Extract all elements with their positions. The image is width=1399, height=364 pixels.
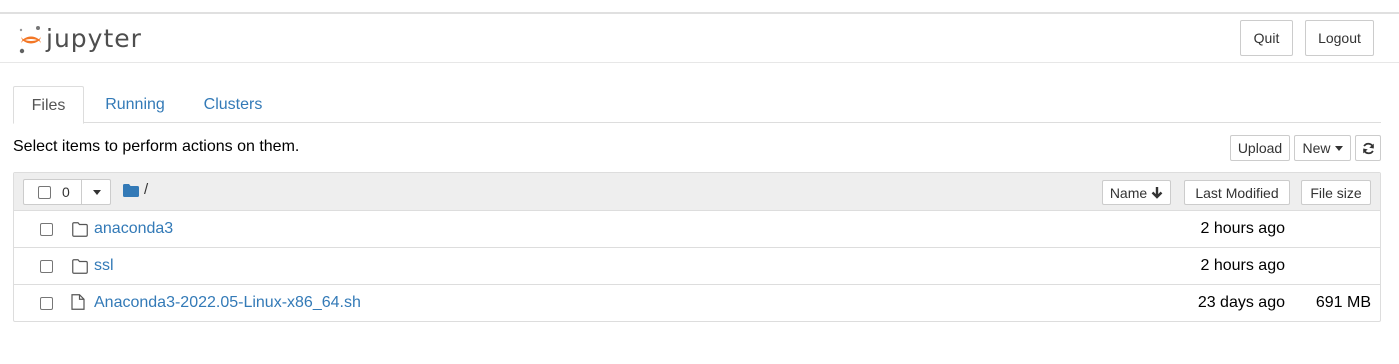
logout-button[interactable]: Logout	[1305, 20, 1374, 56]
arrow-down-icon	[1151, 187, 1163, 199]
caret-down-icon	[92, 189, 101, 195]
item-size: 691 MB	[1315, 294, 1371, 311]
item-checkbox[interactable]	[40, 297, 53, 310]
logo-text: jupyter	[46, 24, 142, 53]
sort-name-label: Name	[1109, 184, 1148, 201]
file-icon	[71, 294, 85, 310]
item-modified: 23 days ago	[1197, 294, 1285, 311]
file-list-header: 0 / Name Last Modified File size	[14, 173, 1380, 211]
select-dropdown-button[interactable]	[81, 180, 111, 204]
item-checkbox[interactable]	[40, 260, 53, 273]
folder-icon[interactable]	[123, 184, 139, 197]
sort-size-button[interactable]: File size	[1301, 180, 1371, 205]
header: jupyter Quit Logout	[0, 14, 1399, 63]
instructions-text: Select items to perform actions on them.	[13, 138, 300, 155]
select-all-group: 0	[23, 179, 111, 205]
list-item: Anaconda3-2022.05-Linux-x86_64.sh 23 day…	[14, 285, 1380, 322]
jupyter-logo[interactable]: jupyter	[18, 22, 158, 56]
tab-files[interactable]: Files	[13, 86, 84, 124]
list-item: ssl 2 hours ago	[14, 248, 1380, 285]
file-list: 0 / Name Last Modified File size anacond…	[13, 172, 1381, 322]
quit-button[interactable]: Quit	[1240, 20, 1293, 56]
new-button-label: New	[1302, 140, 1331, 156]
item-modified: 2 hours ago	[1200, 257, 1285, 274]
jupyter-logo-icon	[19, 26, 41, 54]
select-all-checkbox[interactable]	[38, 186, 51, 199]
breadcrumb[interactable]: /	[144, 181, 148, 198]
caret-down-icon	[1334, 145, 1343, 151]
item-name-link[interactable]: anaconda3	[94, 220, 173, 238]
tab-running[interactable]: Running	[95, 86, 175, 123]
selected-count: 0	[62, 184, 70, 200]
sort-modified-button[interactable]: Last Modified	[1184, 180, 1290, 205]
list-item: anaconda3 2 hours ago	[14, 211, 1380, 248]
refresh-button[interactable]	[1355, 135, 1381, 161]
folder-icon	[72, 259, 88, 274]
upload-button[interactable]: Upload	[1230, 135, 1290, 161]
item-name-link[interactable]: ssl	[94, 257, 114, 275]
item-checkbox[interactable]	[40, 223, 53, 236]
folder-icon	[72, 222, 88, 237]
item-modified: 2 hours ago	[1200, 220, 1285, 237]
new-button[interactable]: New	[1294, 135, 1351, 161]
tab-bar: Files Running Clusters	[13, 86, 1381, 124]
tab-clusters[interactable]: Clusters	[193, 86, 273, 123]
sort-name-button[interactable]: Name	[1102, 180, 1171, 205]
item-name-link[interactable]: Anaconda3-2022.05-Linux-x86_64.sh	[94, 294, 361, 312]
refresh-icon	[1362, 142, 1374, 154]
